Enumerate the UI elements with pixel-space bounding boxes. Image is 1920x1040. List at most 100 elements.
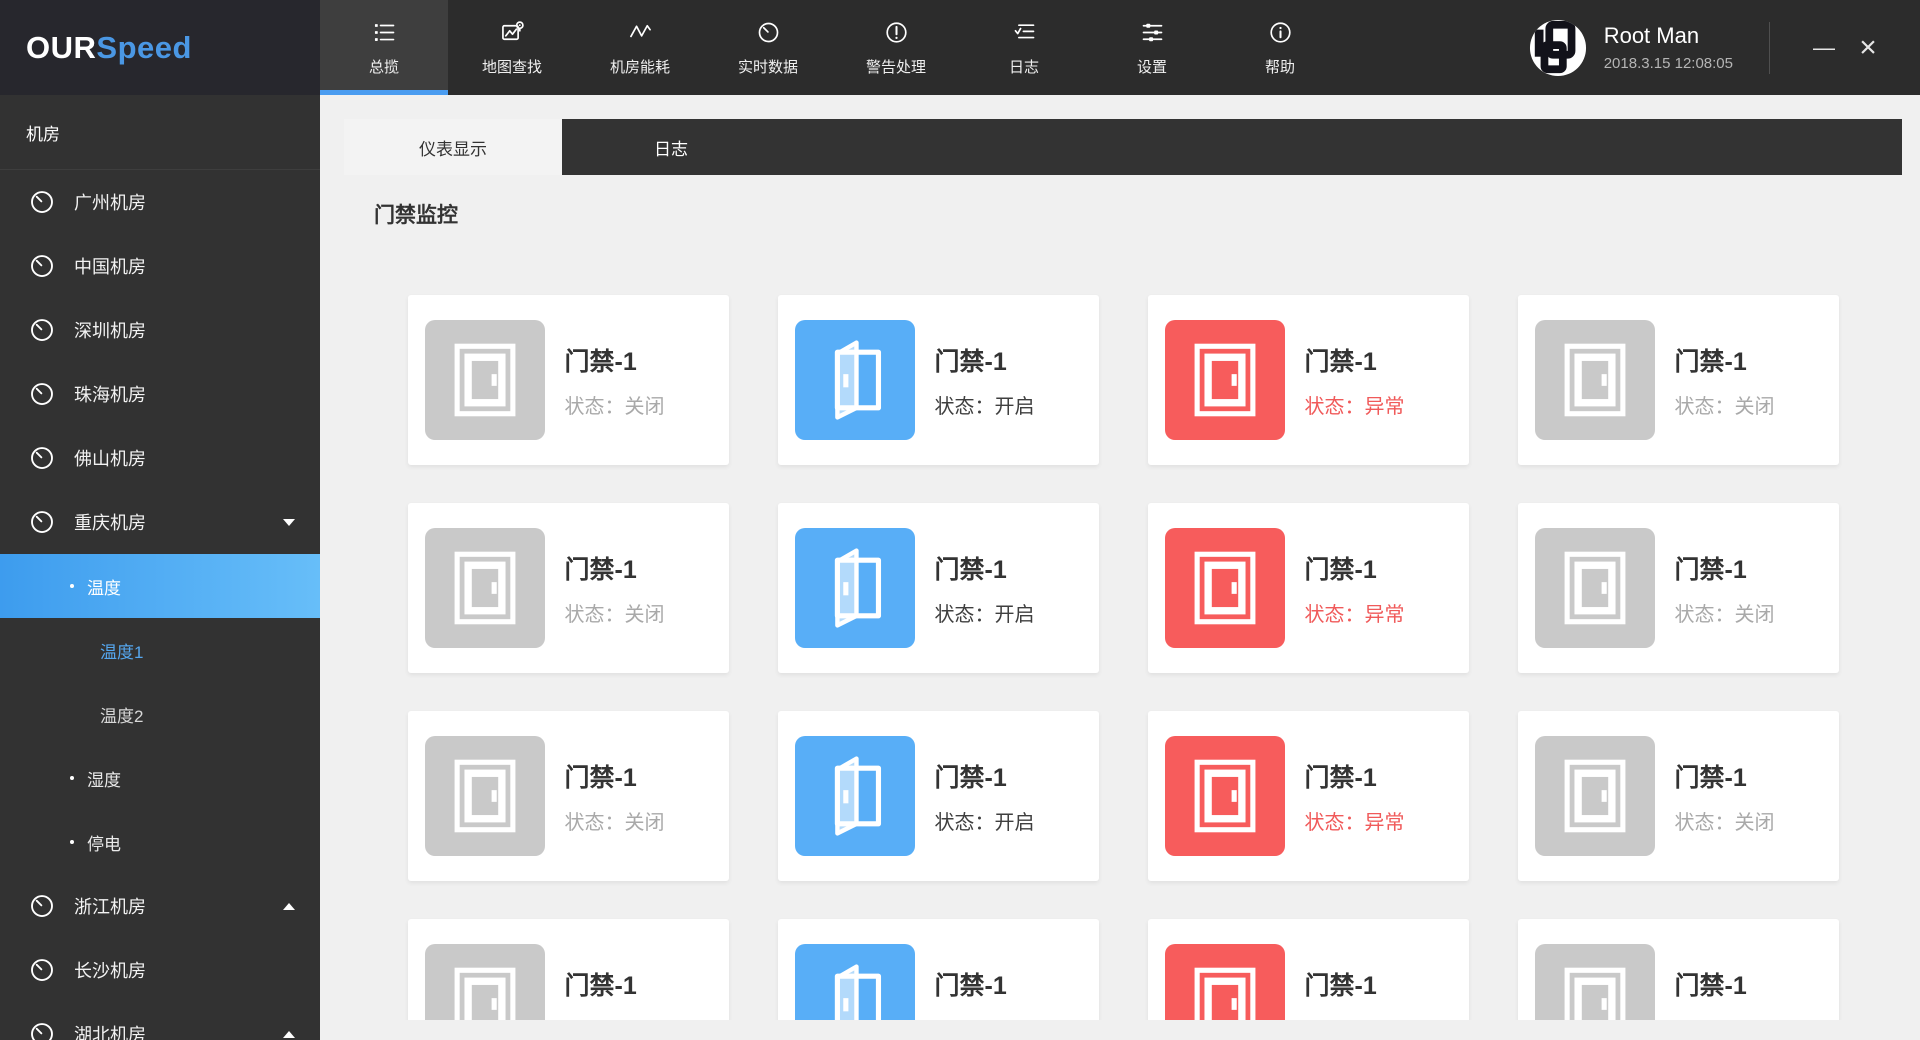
door-card[interactable]: 门禁-1 状态：开启: [777, 295, 1099, 465]
tab-gauge-display[interactable]: 仪表显示: [344, 119, 562, 175]
door-card-status: 状态：关闭: [565, 806, 665, 835]
door-card-title: 门禁-1: [934, 347, 1007, 376]
nav-label: 机房能耗: [609, 58, 670, 76]
door-card-status: 状态：开启: [935, 390, 1035, 419]
status-value: 关闭: [1734, 811, 1775, 834]
minimize-button[interactable]: —: [1802, 35, 1846, 61]
status-label: 状态：: [1674, 395, 1735, 418]
door-card-title: 门禁-1: [934, 971, 1007, 1000]
door-closed-icon: [424, 736, 545, 856]
sidebar-item-label: 佛山机房: [74, 449, 146, 469]
door-card[interactable]: 门禁-1 状态：关闭: [407, 711, 729, 881]
sidebar-item-guangzhou-room[interactable]: 广州机房: [0, 170, 320, 234]
bullet-dot: [70, 584, 74, 588]
door-card-text: 门禁-1 状态：关闭: [565, 758, 665, 835]
chevron-up-icon[interactable]: [283, 1030, 295, 1038]
door-card-title: 门禁-1: [564, 763, 637, 792]
avatar[interactable]: [1529, 19, 1587, 77]
energy-line-icon: [627, 19, 654, 46]
sidebar-item-label: 长沙机房: [74, 961, 146, 981]
door-card-status: 状态：关闭: [1675, 390, 1775, 419]
door-card[interactable]: 门禁-1 状态：开启: [777, 503, 1099, 673]
door-card-status: 状态：关闭: [1675, 1014, 1775, 1021]
sidebar-item-power-outage[interactable]: 停电: [0, 810, 320, 874]
door-card-status: 状态：开启: [935, 1014, 1035, 1021]
sidebar-item-temperature-2[interactable]: 温度2: [0, 682, 320, 746]
door-open-icon: [794, 320, 915, 440]
sidebar-item-humidity[interactable]: 湿度: [0, 746, 320, 810]
sidebar-item-zhejiang-room[interactable]: 浙江机房: [0, 874, 320, 938]
app-logo: OURSpeed: [26, 30, 192, 66]
gauge-icon: [27, 1019, 57, 1040]
nav-item-settings[interactable]: 设置: [1088, 0, 1216, 95]
door-card-status: 状态：开启: [935, 806, 1035, 835]
sidebar-item-chongqing-room[interactable]: 重庆机房: [0, 490, 320, 554]
sidebar-item-temperature-1[interactable]: 温度1: [0, 618, 320, 682]
nav-label: 总揽: [368, 58, 399, 76]
datetime: 2018.3.15 12:08:05: [1603, 55, 1733, 72]
door-open-icon: [794, 944, 915, 1020]
sidebar-item-changsha-room[interactable]: 长沙机房: [0, 938, 320, 1002]
sidebar-item-zhuhai-room[interactable]: 珠海机房: [0, 362, 320, 426]
door-card[interactable]: 门禁-1 状态：异常: [1147, 295, 1469, 465]
door-card[interactable]: 门禁-1 状态：关闭: [1517, 503, 1839, 673]
door-card-text: 门禁-1 状态：关闭: [1675, 550, 1775, 627]
door-card[interactable]: 门禁-1 状态：关闭: [407, 919, 729, 1020]
window-controls-divider: [1769, 21, 1770, 74]
nav-item-alerts[interactable]: 警告处理: [832, 0, 960, 95]
status-value: 关闭: [1735, 1020, 1775, 1021]
door-card[interactable]: 门禁-1 状态：开启: [777, 711, 1099, 881]
map-search-icon: [499, 19, 526, 46]
door-card-status: 状态：关闭: [1675, 598, 1775, 627]
door-closed-icon: [1534, 320, 1655, 440]
door-closed-icon: [1164, 944, 1285, 1020]
sidebar-item-china-room[interactable]: 中国机房: [0, 234, 320, 298]
door-card-title: 门禁-1: [564, 971, 637, 1000]
status-label: 状态：: [935, 1020, 995, 1021]
door-card-status: 状态：开启: [935, 598, 1035, 627]
tab-log[interactable]: 日志: [562, 119, 780, 175]
nav-label: 警告处理: [865, 58, 926, 76]
section-title: 门禁监控: [374, 204, 458, 227]
door-card[interactable]: 门禁-1 状态：关闭: [1517, 295, 1839, 465]
door-card[interactable]: 门禁-1 状态：异常: [1147, 919, 1469, 1021]
door-card[interactable]: 门禁-1 状态：关闭: [407, 295, 729, 465]
gauge-icon: [27, 443, 57, 473]
sidebar-item-label: 深圳机房: [74, 321, 146, 341]
close-button[interactable]: ×: [1846, 31, 1890, 65]
status-label: 状态：: [934, 811, 995, 834]
nav-item-map-search[interactable]: 地图查找: [448, 0, 576, 95]
nav-item-realtime[interactable]: 实时数据: [704, 0, 832, 95]
door-card-title: 门禁-1: [1674, 555, 1747, 584]
sidebar-item-label: 停电: [87, 834, 121, 854]
door-card-status: 状态：异常: [1305, 806, 1405, 835]
nav-item-help[interactable]: 帮助: [1216, 0, 1344, 95]
nav-item-energy[interactable]: 机房能耗: [576, 0, 704, 95]
sidebar-item-hubei-room[interactable]: 湖北机房: [0, 1002, 320, 1040]
chevron-up-icon[interactable]: [283, 902, 295, 910]
nav-item-overview[interactable]: 总揽: [320, 0, 448, 95]
nav-label: 帮助: [1264, 58, 1295, 76]
status-label: 状态：: [934, 395, 995, 418]
sidebar-item-label: 温度2: [100, 706, 144, 726]
status-label: 状态：: [1305, 1020, 1365, 1021]
gauge-icon: [27, 379, 57, 409]
sidebar-item-temperature[interactable]: 温度: [0, 554, 320, 618]
chevron-down-icon[interactable]: [283, 518, 295, 526]
door-card[interactable]: 门禁-1 状态：关闭: [1517, 919, 1839, 1021]
status-label: 状态：: [1304, 603, 1365, 626]
door-card[interactable]: 门禁-1 状态：关闭: [407, 503, 729, 673]
sidebar-item-foshan-room[interactable]: 佛山机房: [0, 426, 320, 490]
door-card[interactable]: 门禁-1 状态：开启: [777, 919, 1099, 1021]
nav-item-logs[interactable]: 日志: [960, 0, 1088, 95]
status-label: 状态：: [934, 603, 995, 626]
nav-label: 地图查找: [481, 58, 542, 76]
door-card-title: 门禁-1: [1304, 971, 1377, 1000]
door-card[interactable]: 门禁-1 状态：异常: [1147, 503, 1469, 673]
door-card[interactable]: 门禁-1 状态：异常: [1147, 711, 1469, 881]
sidebar-item-shenzhen-room[interactable]: 深圳机房: [0, 298, 320, 362]
door-card[interactable]: 门禁-1 状态：关闭: [1517, 711, 1839, 881]
door-card-status: 状态：异常: [1305, 598, 1405, 627]
list-icon: [371, 19, 398, 46]
door-card-text: 门禁-1 状态：关闭: [565, 342, 665, 419]
